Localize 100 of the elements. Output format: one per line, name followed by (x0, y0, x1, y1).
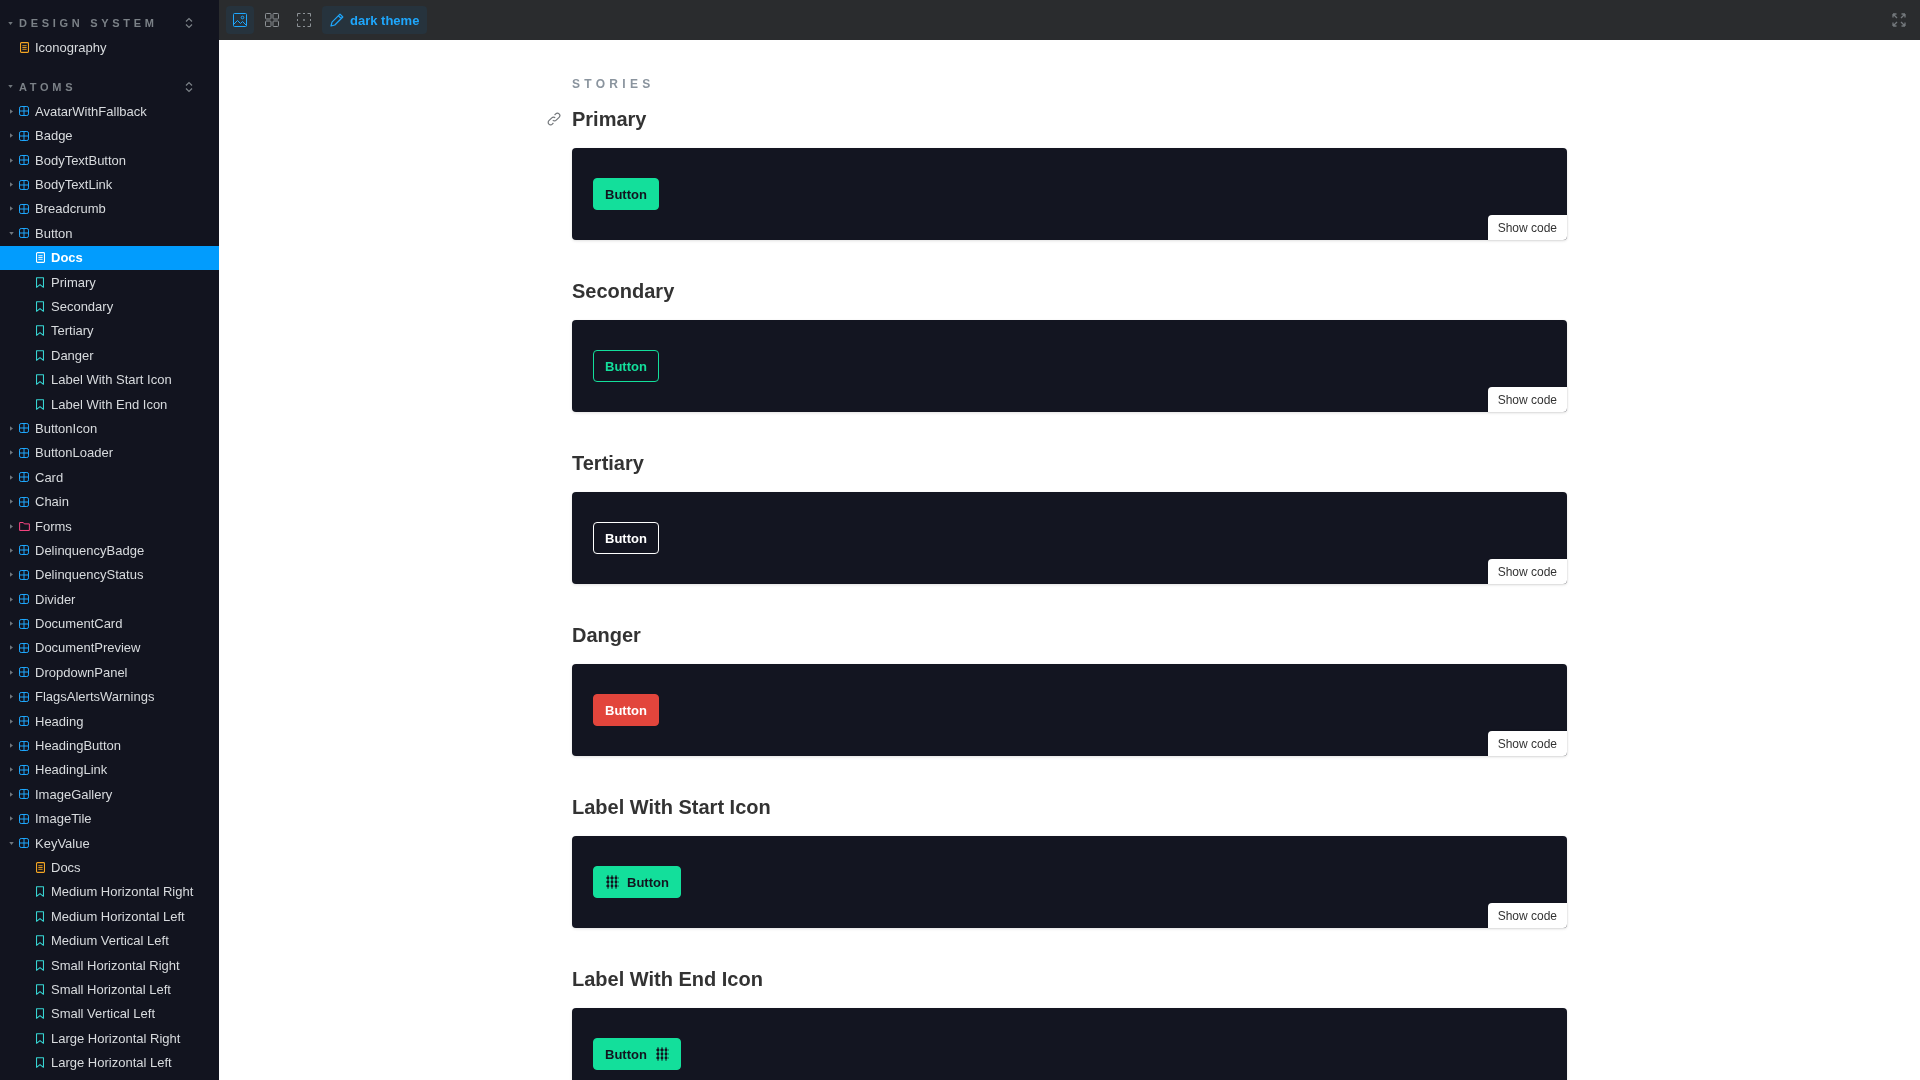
caret-icon[interactable] (10, 133, 13, 139)
component-icon (19, 423, 29, 434)
caret-icon[interactable] (10, 743, 13, 748)
section-header[interactable]: ATOMS (8, 74, 185, 99)
tree-item[interactable]: Large Horizontal Right (0, 1026, 219, 1051)
section-header[interactable]: DESIGN SYSTEM (8, 11, 185, 36)
caret-icon[interactable] (10, 596, 13, 602)
tree-item[interactable]: KeyValue (0, 830, 219, 856)
tree-item[interactable]: DropdownPanel (0, 660, 219, 685)
tree-item[interactable]: ImageGallery (0, 782, 219, 807)
theme-toggle[interactable]: dark theme (322, 6, 428, 34)
tree-item[interactable]: ButtonIcon (0, 416, 219, 441)
tree-item[interactable]: Primary (0, 269, 219, 295)
tree-item[interactable]: Breadcrumb (0, 196, 219, 222)
image-tool-button[interactable] (226, 6, 254, 34)
caret-icon[interactable] (10, 450, 13, 456)
caret-icon[interactable] (10, 499, 13, 505)
tree-item[interactable]: Small Horizontal Right (0, 952, 219, 978)
tree-item[interactable]: BodyTextButton (0, 147, 219, 173)
caret-icon[interactable] (10, 474, 13, 480)
bookmark-icon (36, 325, 44, 337)
caret-icon[interactable] (9, 841, 14, 845)
tree-item[interactable]: DocumentCard (0, 611, 219, 636)
caret-icon[interactable] (10, 157, 13, 163)
preview-button[interactable]: Button (593, 178, 659, 210)
story-title: Secondary (572, 279, 675, 303)
bookmark-icon (36, 349, 44, 361)
bookmark-icon (36, 301, 44, 312)
tree-item[interactable]: Medium Horizontal Right (0, 879, 219, 905)
tree-item[interactable]: Small Horizontal Left (0, 977, 219, 1002)
tree-item[interactable]: ButtonLoader (0, 440, 219, 466)
component-icon (19, 155, 29, 166)
caret-icon[interactable] (9, 231, 14, 235)
tree-item[interactable]: Danger (0, 343, 219, 368)
preview-button[interactable]: Button (593, 522, 659, 554)
preview-button[interactable]: Button (593, 1038, 681, 1070)
preview-button[interactable]: Button (593, 866, 681, 898)
tree-item[interactable]: Forms (0, 513, 219, 539)
bookmark-icon (36, 1008, 44, 1020)
caret-icon[interactable] (10, 669, 13, 675)
component-icon (19, 838, 29, 849)
tree-item[interactable]: Large Horizontal Left (0, 1050, 219, 1075)
tree-item[interactable]: Heading (0, 708, 219, 734)
tree-item[interactable]: AvatarWithFallback (0, 99, 219, 124)
caret-icon[interactable] (8, 21, 13, 25)
preview-button[interactable]: Button (593, 350, 659, 382)
caret-icon[interactable] (10, 767, 13, 773)
caret-icon[interactable] (10, 621, 13, 627)
preview-button[interactable]: Button (593, 694, 659, 726)
tree-item[interactable]: Label With End Icon (0, 391, 219, 417)
caret-icon[interactable] (10, 791, 13, 797)
caret-icon[interactable] (10, 425, 13, 431)
tree-item[interactable]: DelinquencyBadge (0, 538, 219, 563)
caret-icon[interactable] (10, 547, 13, 553)
grid-icon (265, 13, 279, 27)
tree-item[interactable]: HeadingButton (0, 733, 219, 758)
bookmark-icon (36, 983, 44, 995)
caret-icon[interactable] (10, 718, 13, 724)
chevron-up-down-icon[interactable] (185, 80, 193, 93)
document-icon (19, 42, 29, 54)
show-code-button[interactable]: Show code (1487, 731, 1567, 756)
tree-item[interactable]: HeadingLink (0, 757, 219, 783)
show-code-button[interactable]: Show code (1487, 387, 1567, 412)
tree-item[interactable]: Badge (0, 123, 219, 148)
caret-icon[interactable] (8, 85, 13, 89)
bookmark-icon (36, 1032, 44, 1044)
tree-item[interactable]: BodyTextLink (0, 172, 219, 197)
show-code-button[interactable]: Show code (1487, 215, 1567, 240)
tree-item[interactable]: DelinquencyStatus (0, 562, 219, 587)
component-icon (19, 228, 29, 239)
tree-item[interactable]: Secondary (0, 294, 219, 319)
document-icon (35, 861, 45, 873)
caret-icon[interactable] (10, 182, 13, 188)
fullscreen-button[interactable] (1892, 13, 1906, 27)
link-icon[interactable] (547, 112, 561, 126)
tree-item[interactable]: Medium Horizontal Left (0, 904, 219, 929)
tree-item[interactable]: Label With Start Icon (0, 367, 219, 392)
caret-icon[interactable] (10, 523, 13, 529)
component-icon (19, 447, 29, 458)
tree-item[interactable]: Iconography (0, 35, 219, 60)
tree-item[interactable]: Card (0, 465, 219, 490)
tree-item[interactable]: Divider (0, 587, 219, 612)
tree-item[interactable]: DocumentPreview (0, 635, 219, 661)
chevron-up-down-icon[interactable] (185, 17, 193, 30)
caret-icon[interactable] (10, 206, 13, 212)
caret-icon[interactable] (10, 108, 13, 114)
show-code-button[interactable]: Show code (1487, 559, 1567, 584)
caret-icon[interactable] (10, 816, 13, 822)
caret-icon[interactable] (10, 572, 13, 578)
tree-item[interactable]: Button (0, 221, 219, 246)
tree-item[interactable]: FlagsAlertsWarnings (0, 684, 219, 709)
tree-item[interactable]: Chain (0, 489, 219, 514)
caret-icon[interactable] (10, 645, 13, 651)
tree-item[interactable]: Docs (0, 855, 219, 880)
tree-item[interactable]: Medium Vertical Left (0, 928, 219, 953)
show-code-button[interactable]: Show code (1487, 903, 1567, 928)
tree-item[interactable]: Tertiary (0, 318, 219, 344)
tree-item[interactable]: Small Vertical Left (0, 1001, 219, 1026)
tree-item[interactable]: ImageTile (0, 806, 219, 831)
caret-icon[interactable] (10, 694, 13, 700)
